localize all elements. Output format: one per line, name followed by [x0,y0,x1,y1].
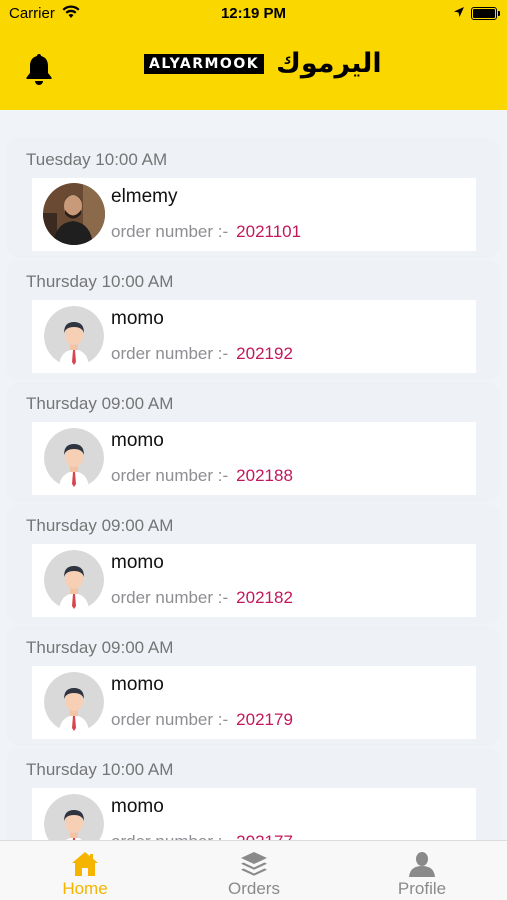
tab-home-label: Home [62,879,108,898]
order-group: Thursday 09:00 AM momo order number :- 20… [6,382,501,502]
order-card[interactable]: momo order number :- 202188 [32,422,476,495]
order-date: Thursday 09:00 AM [26,638,174,657]
user-placeholder-avatar [44,672,104,732]
tab-profile-label: Profile [397,879,447,898]
order-group: Thursday 09:00 AM momo order number :- 20… [6,626,501,746]
clock: 12:19 PM [220,5,287,22]
tab-orders-label: Orders [228,879,280,898]
order-card[interactable]: momo order number :- 202182 [32,544,476,617]
customer-name: momo [111,430,164,451]
order-number-label: order number :- [111,222,229,241]
layers-icon [241,852,267,876]
order-date: Tuesday 10:00 AM [26,150,168,169]
customer-name: momo [111,308,164,329]
order-number: 202188 [236,466,293,485]
order-number-row: order number :- 202177 [111,832,293,840]
tab-orders[interactable]: Orders [194,841,314,900]
tab-home[interactable]: Home [25,841,145,900]
user-placeholder-avatar [44,428,104,488]
user-placeholder-avatar [44,550,104,610]
order-group: Thursday 09:00 AM momo order number :- 20… [6,504,501,624]
order-number-label: order number :- [111,344,229,363]
order-card[interactable]: elmemy order number :- 2021101 [32,178,476,251]
brand-logo: ALYARMOOK اليرموك [144,50,382,77]
order-date: Thursday 09:00 AM [26,394,174,413]
user-photo-avatar [43,183,105,245]
order-number: 202177 [236,832,293,840]
order-number-row: order number :- 202192 [111,344,293,364]
customer-name: momo [111,674,164,695]
order-card[interactable]: momo order number :- 202179 [32,666,476,739]
order-number-row: order number :- 202188 [111,466,293,486]
orders-list[interactable]: Tuesday 10:00 AM elmemy order number :- 2… [0,110,507,840]
order-number-row: order number :- 2021101 [111,222,301,242]
order-group: Tuesday 10:00 AM elmemy order number :- 2… [6,138,501,258]
order-date: Thursday 09:00 AM [26,516,174,535]
order-date: Thursday 10:00 AM [26,272,174,291]
order-number-label: order number :- [111,710,229,729]
order-number-row: order number :- 202179 [111,710,293,730]
customer-name: momo [111,552,164,573]
customer-name: elmemy [111,186,178,207]
logo-arabic-text: اليرموك [276,48,382,79]
user-placeholder-avatar [44,306,104,366]
order-date: Thursday 10:00 AM [26,760,174,779]
order-number: 2021101 [236,222,302,241]
order-group: Thursday 10:00 AM momo order number :- 20… [6,260,501,380]
order-number: 202182 [236,588,293,607]
bell-icon[interactable] [24,52,54,86]
battery-icon [471,7,500,20]
order-card[interactable]: momo order number :- 202177 [32,788,476,840]
order-number: 202179 [236,710,293,729]
app-header: ALYARMOOK اليرموك [0,28,507,110]
order-number-row: order number :- 202182 [111,588,293,608]
tab-profile[interactable]: Profile [362,841,482,900]
location-arrow-icon [454,7,464,17]
customer-name: momo [111,796,164,817]
status-bar: Carrier 12:19 PM [0,0,507,28]
order-number: 202192 [236,344,293,363]
order-card[interactable]: momo order number :- 202192 [32,300,476,373]
person-icon [409,852,435,877]
user-placeholder-avatar [44,794,104,840]
tab-bar: Home Orders Profile [0,840,507,900]
logo-latin-text: ALYARMOOK [144,53,265,74]
order-number-label: order number :- [111,832,228,840]
order-group: Thursday 10:00 AM momo order number :- 20… [6,748,501,840]
home-icon [72,852,98,876]
order-number-label: order number :- [111,588,229,607]
order-number-label: order number :- [111,466,229,485]
